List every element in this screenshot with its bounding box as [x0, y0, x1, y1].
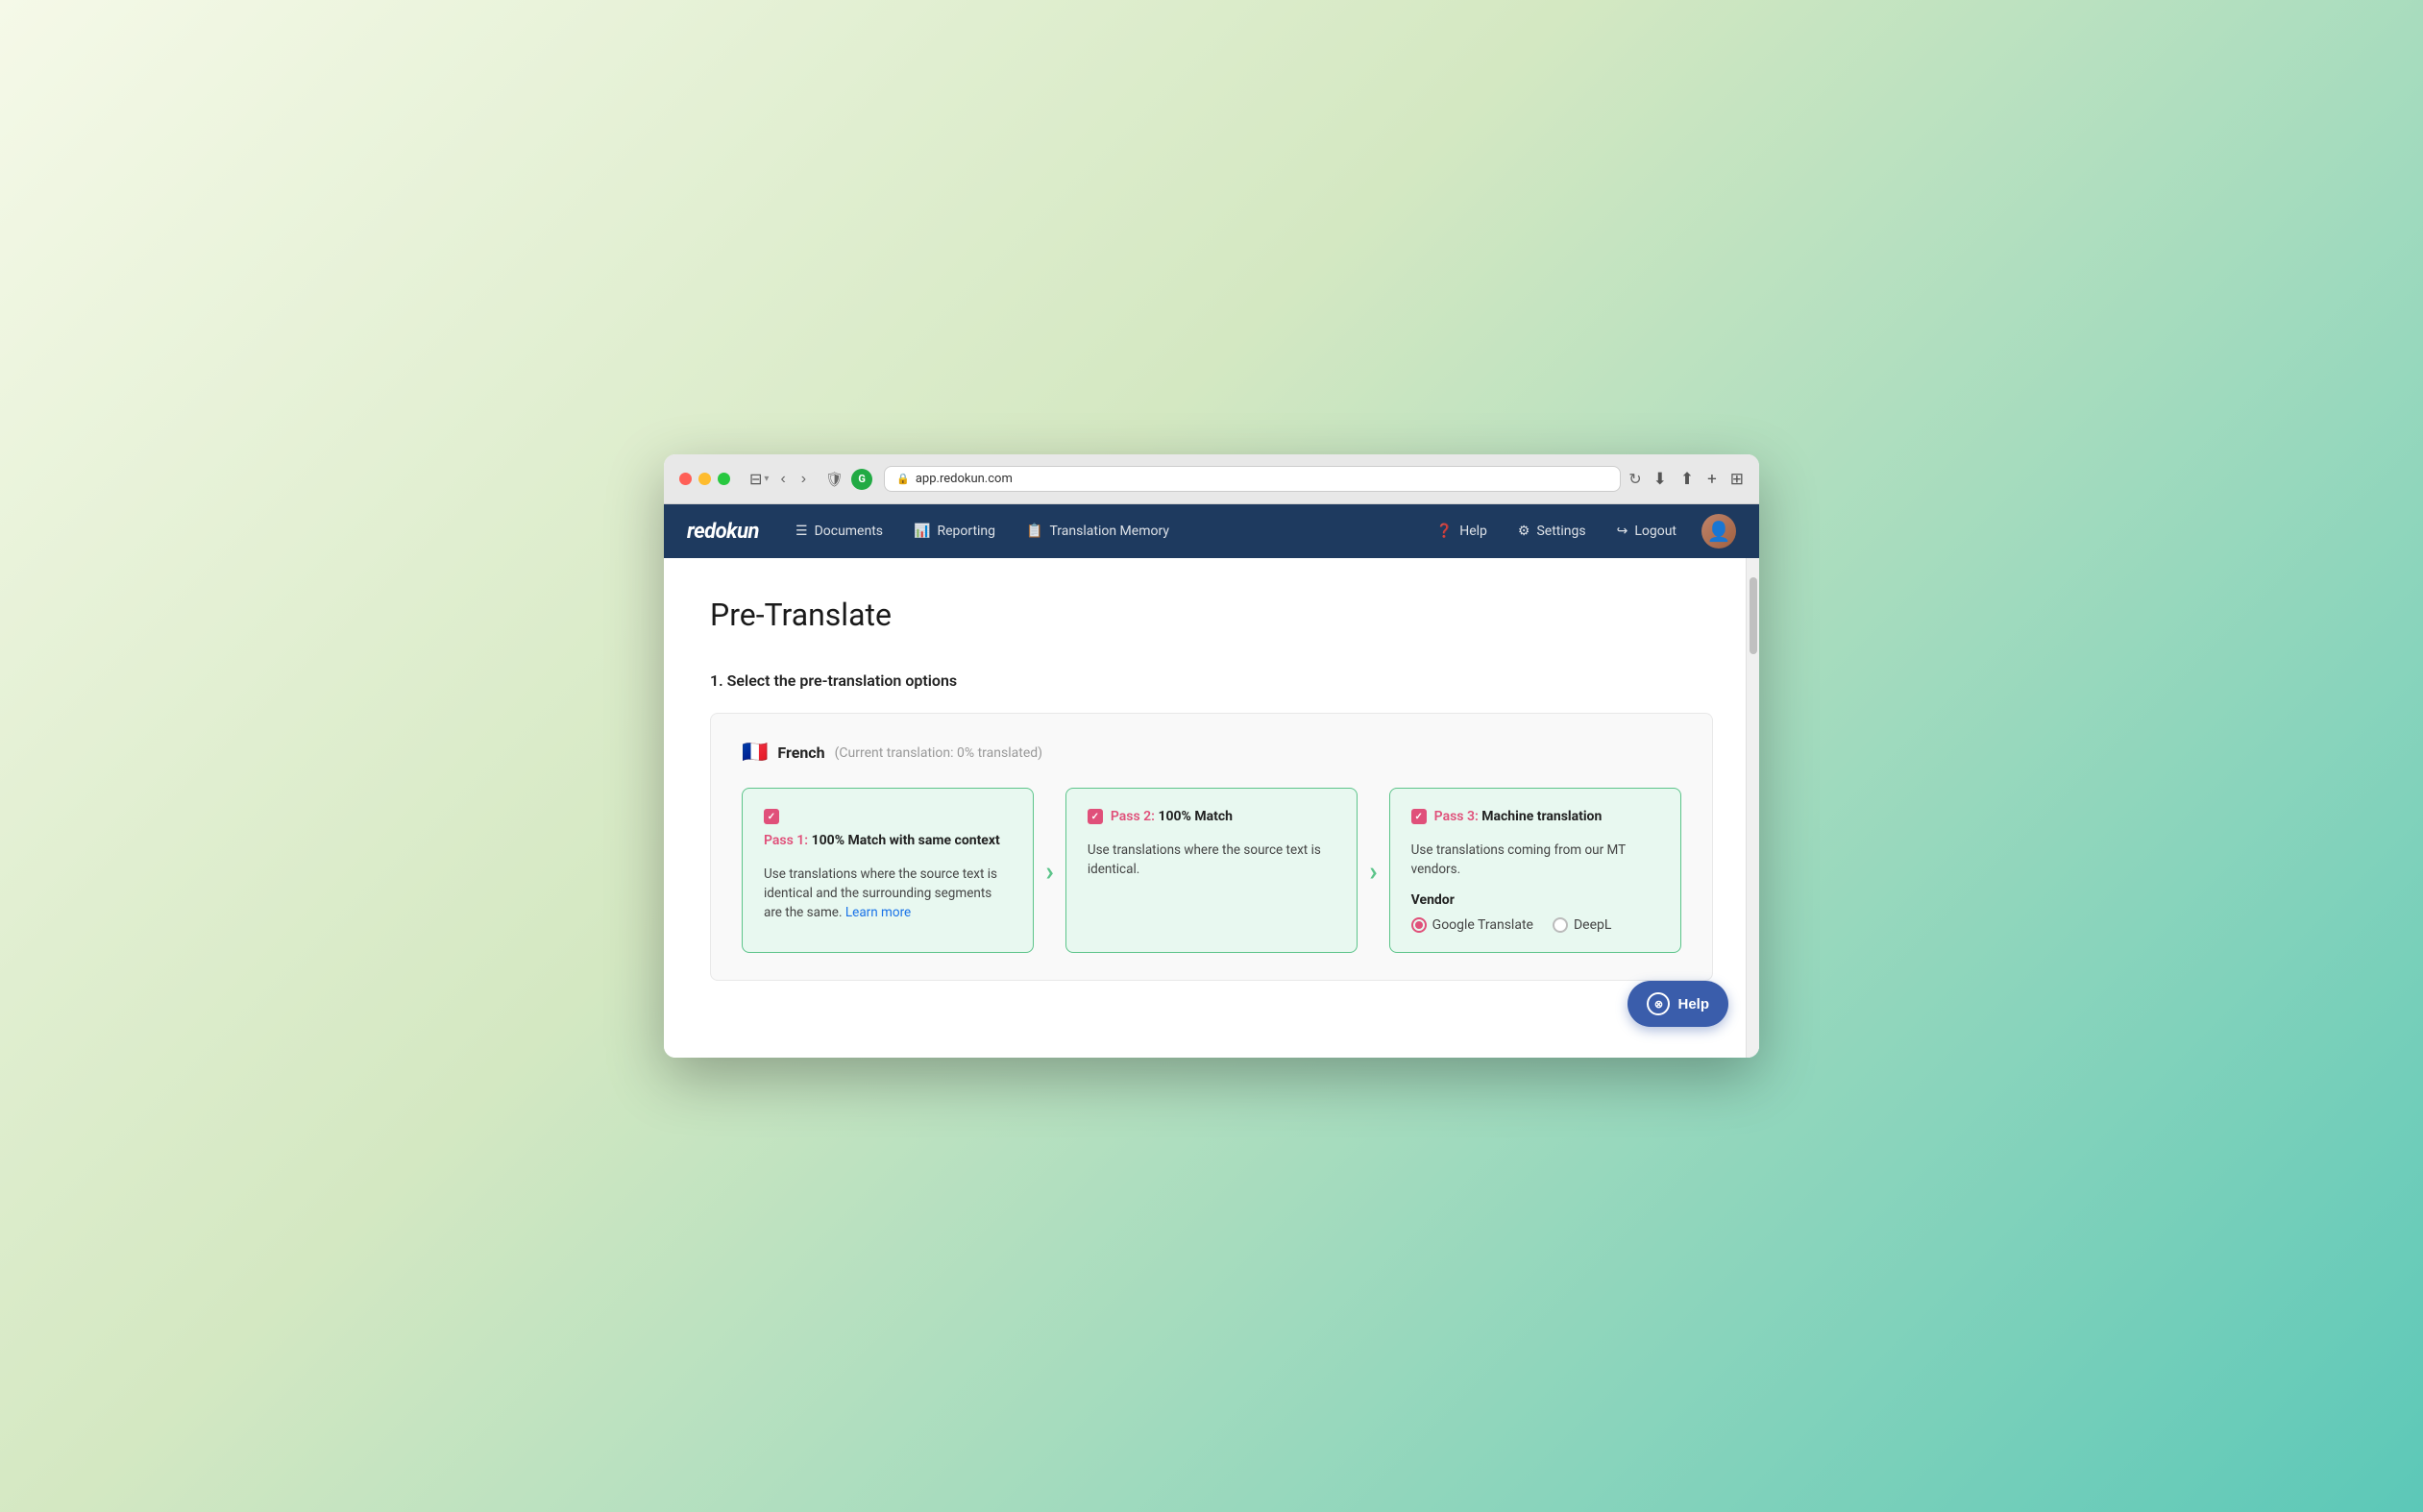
- vendor-options: Google Translate DeepL: [1411, 917, 1659, 933]
- vendor-google[interactable]: Google Translate: [1411, 917, 1533, 933]
- vendor-section: Vendor Google Translate DeepL: [1411, 892, 1659, 933]
- translation-status: (Current translation: 0% translated): [835, 745, 1042, 761]
- google-translate-label: Google Translate: [1432, 917, 1533, 933]
- arrow-2-3: ›: [1358, 788, 1388, 953]
- vendor-deepl[interactable]: DeepL: [1553, 917, 1611, 933]
- nav-documents-label: Documents: [815, 524, 883, 539]
- translation-memory-icon: 📋: [1026, 524, 1042, 539]
- section-label: 1. Select the pre-translation options: [710, 671, 1713, 690]
- help-icon: ❓: [1436, 524, 1453, 539]
- help-button-label: Help: [1677, 996, 1709, 1012]
- pass1-learn-more[interactable]: Learn more: [845, 905, 911, 920]
- extension-icon: G: [851, 469, 872, 490]
- vendor-label: Vendor: [1411, 892, 1659, 908]
- nav-translation-memory-label: Translation Memory: [1049, 524, 1168, 539]
- pass1-num: Pass 1:: [764, 833, 808, 848]
- pass3-card: Pass 3: Machine translation Use translat…: [1389, 788, 1681, 953]
- nav-item-logout[interactable]: ↪ Logout: [1603, 516, 1690, 547]
- browser-nav-controls: ⊟▾ ‹ ›: [749, 469, 810, 490]
- reload-button[interactable]: ↻: [1628, 470, 1641, 488]
- pass1-card: Pass 1: 100% Match with same context Use…: [742, 788, 1034, 953]
- browser-actions: ⬇ ⬆ + ⊞: [1653, 470, 1744, 489]
- nav-help-label: Help: [1459, 524, 1487, 539]
- app-logo[interactable]: redokun: [687, 520, 759, 544]
- arrow-1-2: ›: [1034, 788, 1065, 953]
- language-flag: 🇫🇷: [742, 741, 768, 765]
- scrollbar-thumb[interactable]: [1750, 577, 1757, 654]
- nav-item-settings[interactable]: ⚙ Settings: [1505, 516, 1600, 547]
- passes-container: Pass 1: 100% Match with same context Use…: [742, 788, 1681, 953]
- pass2-title: Pass 2: 100% Match: [1111, 808, 1233, 827]
- nav-right: ❓ Help ⚙ Settings ↪ Logout 👤: [1423, 514, 1736, 549]
- browser-window: ⊟▾ ‹ › 🛡 G 🔒 app.redokun.com ↻ ⬇ ⬆ + ⊞ r…: [664, 454, 1759, 1058]
- pass2-card: Pass 2: 100% Match Use translations wher…: [1065, 788, 1358, 953]
- nav-item-help[interactable]: ❓ Help: [1423, 516, 1501, 547]
- browser-titlebar: ⊟▾ ‹ › 🛡 G 🔒 app.redokun.com ↻ ⬇ ⬆ + ⊞: [664, 454, 1759, 504]
- pass3-description: Use translations coming from our MT vend…: [1411, 841, 1659, 880]
- pass2-description: Use translations where the source text i…: [1088, 841, 1335, 880]
- help-circle-icon: ⊗: [1647, 992, 1670, 1015]
- share-icon[interactable]: ⬆: [1680, 470, 1694, 489]
- traffic-lights: [679, 473, 730, 485]
- language-header: 🇫🇷 French (Current translation: 0% trans…: [742, 741, 1681, 765]
- pass1-description: Use translations where the source text i…: [764, 865, 1012, 923]
- page-title: Pre-Translate: [710, 597, 1713, 633]
- google-translate-radio[interactable]: [1411, 917, 1427, 933]
- documents-icon: ☰: [795, 524, 808, 539]
- address-text: app.redokun.com: [916, 472, 1013, 486]
- pass3-checkbox[interactable]: [1411, 809, 1427, 824]
- pass1-checkbox[interactable]: [764, 809, 779, 824]
- settings-icon: ⚙: [1518, 524, 1530, 539]
- scrollbar[interactable]: [1746, 558, 1759, 1058]
- nav-items: ☰ Documents 📊 Reporting 📋 Translation Me…: [782, 516, 1423, 547]
- pass1-name: 100% Match with same context: [812, 833, 1000, 848]
- pass3-num: Pass 3:: [1434, 809, 1479, 824]
- nav-logout-label: Logout: [1634, 524, 1677, 539]
- translation-card: 🇫🇷 French (Current translation: 0% trans…: [710, 713, 1713, 981]
- back-button[interactable]: ‹: [776, 469, 789, 490]
- pass1-header: Pass 1: 100% Match with same context: [764, 808, 1012, 851]
- forward-button[interactable]: ›: [797, 469, 810, 490]
- nav-item-reporting[interactable]: 📊 Reporting: [900, 516, 1009, 547]
- lock-icon: 🔒: [896, 473, 910, 485]
- pass1-title: Pass 1: 100% Match with same context: [764, 832, 1000, 851]
- avatar-image: 👤: [1701, 514, 1736, 549]
- nav-reporting-label: Reporting: [937, 524, 995, 539]
- nav-item-documents[interactable]: ☰ Documents: [782, 516, 896, 547]
- sidebar-toggle[interactable]: ⊟▾: [749, 470, 769, 488]
- download-icon[interactable]: ⬇: [1653, 470, 1667, 489]
- shield-icon: 🛡: [825, 471, 844, 488]
- address-bar[interactable]: 🔒 app.redokun.com: [884, 466, 1621, 492]
- reporting-icon: 📊: [914, 524, 930, 539]
- nav-settings-label: Settings: [1536, 524, 1585, 539]
- pass2-header: Pass 2: 100% Match: [1088, 808, 1335, 827]
- pass2-checkbox[interactable]: [1088, 809, 1103, 824]
- pass3-title: Pass 3: Machine translation: [1434, 808, 1603, 827]
- pass2-num: Pass 2:: [1111, 809, 1155, 824]
- address-bar-area: 🔒 app.redokun.com ↻: [884, 466, 1641, 492]
- pass3-header: Pass 3: Machine translation: [1411, 808, 1659, 827]
- pass3-name: Machine translation: [1481, 809, 1602, 824]
- pass2-name: 100% Match: [1158, 809, 1233, 824]
- help-float-button[interactable]: ⊗ Help: [1628, 981, 1728, 1027]
- language-name: French: [777, 744, 824, 762]
- minimize-button[interactable]: [698, 473, 711, 485]
- grid-icon[interactable]: ⊞: [1730, 470, 1744, 489]
- page-content: Pre-Translate 1. Select the pre-translat…: [664, 558, 1759, 1058]
- deepl-radio[interactable]: [1553, 917, 1568, 933]
- nav-item-translation-memory[interactable]: 📋 Translation Memory: [1013, 516, 1183, 547]
- logout-icon: ↪: [1617, 524, 1628, 539]
- close-button[interactable]: [679, 473, 692, 485]
- new-tab-icon[interactable]: +: [1707, 470, 1717, 489]
- avatar[interactable]: 👤: [1701, 514, 1736, 549]
- deepl-label: DeepL: [1574, 917, 1611, 933]
- maximize-button[interactable]: [718, 473, 730, 485]
- app-nav: redokun ☰ Documents 📊 Reporting 📋 Transl…: [664, 504, 1759, 558]
